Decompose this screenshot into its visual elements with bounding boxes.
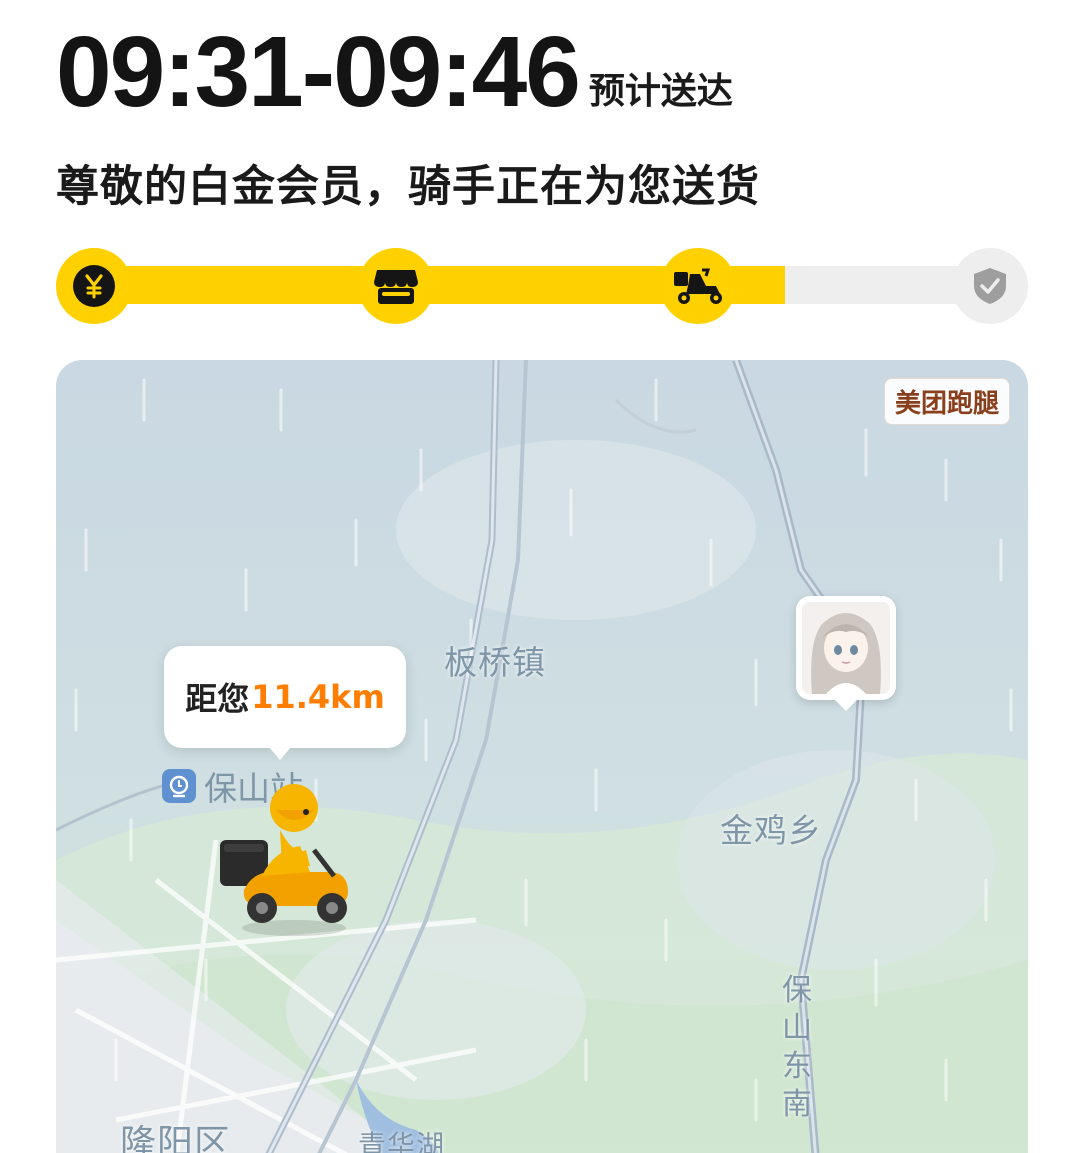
map-provider-badge[interactable]: 美团跑腿	[883, 378, 1010, 425]
store-icon	[373, 266, 419, 306]
step-paid	[56, 248, 132, 324]
eta-label: 预计送达	[588, 71, 733, 112]
place-label-jinji: 金鸡乡	[720, 811, 822, 850]
road-label: 保山东南	[782, 973, 813, 1122]
recipient-avatar[interactable]	[796, 596, 896, 711]
distance-bubble: 距您 11.4km	[164, 646, 406, 760]
place-label-banqiao: 板桥镇	[444, 643, 546, 682]
delivery-status-message: 尊敬的白金会员，骑手正在为您送货	[56, 162, 760, 212]
eta-row: 09:31-09:46 预计送达	[56, 22, 733, 122]
rider-marker[interactable]	[214, 780, 364, 940]
check-shield-icon	[970, 266, 1010, 306]
rider-scooter-avatar-icon	[220, 784, 348, 936]
rider-scooter-icon	[672, 266, 724, 306]
distance-prefix: 距您	[185, 680, 250, 718]
place-label-longyang: 隆阳区	[120, 1123, 232, 1153]
step-delivering	[660, 248, 736, 324]
place-label-qinghua: 青华湖	[358, 1129, 446, 1153]
train-station-icon	[162, 769, 196, 803]
recipient-avatar-image	[802, 602, 890, 694]
distance-value: 11.4km	[251, 678, 385, 716]
step-merchant	[358, 248, 434, 324]
eta-time: 09:31-09:46	[56, 16, 581, 128]
delivery-progress-bar	[56, 248, 1028, 324]
map-base-layer	[56, 360, 1028, 1153]
delivery-map[interactable]: 美团跑腿 板桥镇 金鸡乡 隆阳区 青华湖 保山东南 保山站 距您 11.4km	[56, 360, 1028, 1153]
yen-icon	[72, 264, 116, 308]
step-delivered	[952, 248, 1028, 324]
